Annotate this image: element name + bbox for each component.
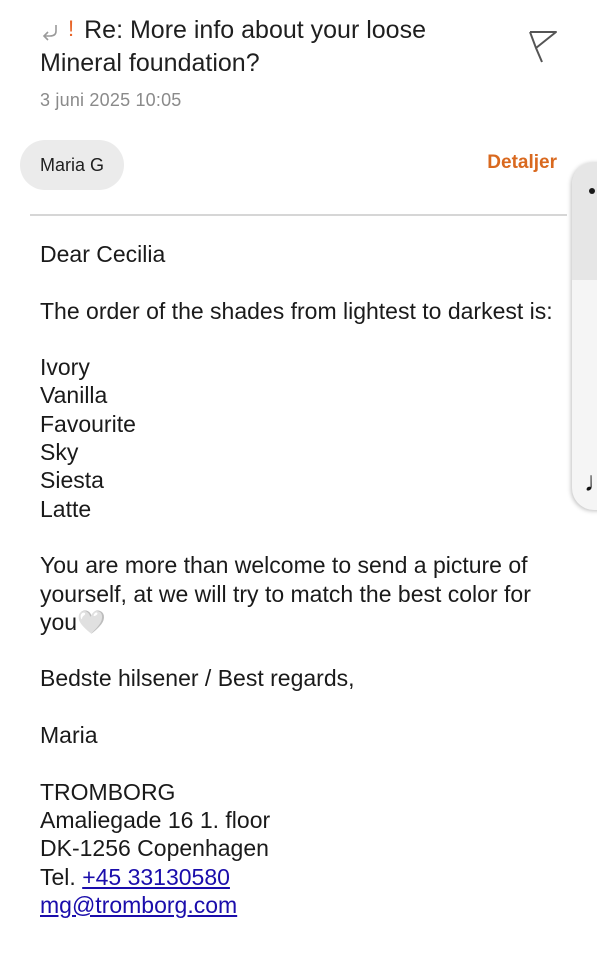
email-link[interactable]: mg@tromborg.com <box>40 892 237 918</box>
phone-line: Tel. +45 33130580 <box>40 863 560 891</box>
subject-line: ! Re: More info about your loose Mineral … <box>40 14 500 79</box>
email-date: 3 juni 2025 10:05 <box>40 90 182 110</box>
address-line: DK-1256 Copenhagen <box>40 835 269 862</box>
email-view: ! Re: More info about your loose Mineral … <box>0 0 597 960</box>
shade-item: Ivory <box>40 354 90 381</box>
phone-link[interactable]: +45 33130580 <box>82 864 230 890</box>
header-divider <box>30 214 567 216</box>
shade-item: Siesta <box>40 467 104 494</box>
body-paragraph: You are more than welcome to send a pict… <box>40 552 531 635</box>
address-line: Amaliegade 16 1. floor <box>40 806 271 833</box>
email-subject: Re: More info about your loose Mineral f… <box>40 16 426 77</box>
music-note-icon: ♩ <box>584 468 597 496</box>
greeting: Dear Cecilia <box>40 241 166 267</box>
important-icon: ! <box>68 16 75 41</box>
email-body: Dear Cecilia The order of the shades fro… <box>40 240 560 919</box>
company-name: TROMBORG <box>40 778 176 805</box>
email-line: mg@tromborg.com <box>40 891 560 919</box>
edge-panel-handle[interactable]: ♩ <box>572 162 597 510</box>
phone-label: Tel. <box>40 863 83 890</box>
shade-item: Favourite <box>40 410 136 437</box>
dot-icon <box>589 188 595 194</box>
shade-item: Latte <box>40 495 92 522</box>
reply-icon <box>40 18 62 41</box>
intro-text: The order of the shades from lightest to… <box>40 297 553 324</box>
details-link[interactable]: Detaljer <box>487 152 557 174</box>
shade-list: Ivory Vanilla Favourite Sky Siesta Latte <box>40 353 560 523</box>
flag-icon[interactable] <box>524 26 560 66</box>
sender-chip[interactable]: Maria G <box>20 140 125 190</box>
signature-name: Maria <box>40 722 98 749</box>
shade-item: Sky <box>40 439 79 466</box>
edge-panel-tab[interactable] <box>572 162 597 280</box>
shade-item: Vanilla <box>40 382 108 409</box>
closing: Bedste hilsener / Best regards, <box>40 665 355 692</box>
